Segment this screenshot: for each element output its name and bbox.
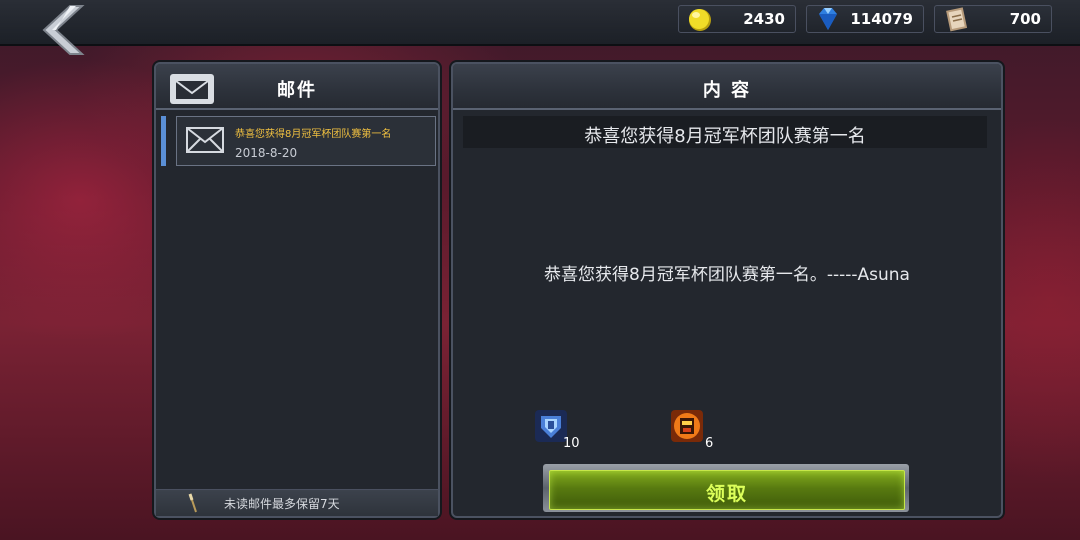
gold-counter: 2430 xyxy=(678,5,796,33)
mail-item-title: 恭喜您获得8月冠军杯团队赛第一名 xyxy=(235,129,392,140)
back-button[interactable] xyxy=(30,2,86,56)
content-panel-title: 内 容 xyxy=(702,80,752,101)
mail-footer: 未读邮件最多保留7天 xyxy=(156,489,438,516)
mail-list-item[interactable]: 恭喜您获得8月冠军杯团队赛第一名 2018-8-20 xyxy=(176,116,436,166)
mail-retention-note: 未读邮件最多保留7天 xyxy=(224,497,340,511)
mail-panel-header: 邮件 xyxy=(156,64,438,110)
mail-envelope-icon xyxy=(186,127,224,153)
quill-icon xyxy=(188,493,197,513)
mail-list-panel: 邮件 恭喜您获得8月冠军杯团队赛第一名 2018-8-20 未读邮件最多保留7天 xyxy=(154,62,440,518)
gem-counter: 114079 xyxy=(806,5,924,33)
mail-subject: 恭喜您获得8月冠军杯团队赛第一名 xyxy=(584,126,866,147)
reward-count: 10 xyxy=(563,436,580,451)
mail-content-panel: 内 容 恭喜您获得8月冠军杯团队赛第一名 恭喜您获得8月冠军杯团队赛第一名。--… xyxy=(451,62,1003,518)
reward-item-robot[interactable] xyxy=(667,406,707,446)
gold-coin-icon xyxy=(689,9,711,31)
diamond-icon xyxy=(819,8,837,30)
subject-bar: 恭喜您获得8月冠军杯团队赛第一名 xyxy=(463,116,987,148)
ticket-icon xyxy=(946,7,968,32)
content-panel-header: 内 容 xyxy=(453,64,1001,110)
mail-panel-title: 邮件 xyxy=(277,80,317,101)
claim-button-label: 领取 xyxy=(705,483,748,505)
back-arrow-icon xyxy=(42,5,85,55)
ticket-value: 700 xyxy=(1009,10,1041,28)
mail-body: 恭喜您获得8月冠军杯团队赛第一名。-----Asuna xyxy=(544,265,910,285)
gold-value: 2430 xyxy=(743,10,785,28)
ticket-counter: 700 xyxy=(934,5,1052,33)
gem-value: 114079 xyxy=(850,10,913,28)
selected-marker xyxy=(161,116,166,166)
mail-item-date: 2018-8-20 xyxy=(235,146,298,160)
claim-button[interactable]: 领取 xyxy=(549,470,905,510)
reward-count: 6 xyxy=(705,436,714,451)
orange-robot-item-icon xyxy=(671,410,703,442)
